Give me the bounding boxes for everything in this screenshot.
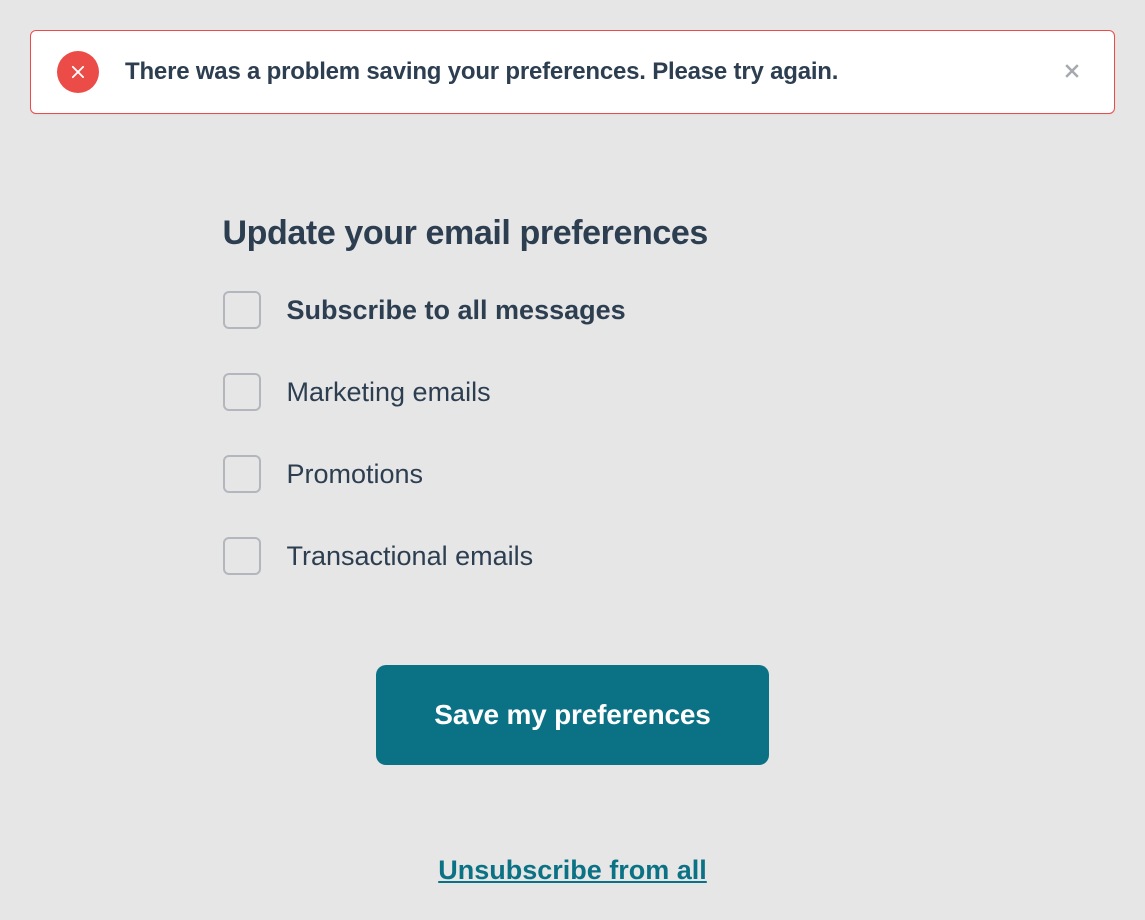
option-label: Marketing emails xyxy=(287,377,491,408)
error-icon xyxy=(57,51,99,93)
actions: Save my preferences Unsubscribe from all xyxy=(223,665,923,886)
option-promotions[interactable]: Promotions xyxy=(223,455,923,493)
option-label: Promotions xyxy=(287,459,424,490)
error-alert: There was a problem saving your preferen… xyxy=(30,30,1115,114)
checkbox-transactional[interactable] xyxy=(223,537,261,575)
checkbox-marketing[interactable] xyxy=(223,373,261,411)
preferences-panel: Update your email preferences Subscribe … xyxy=(223,214,923,886)
checkbox-subscribe-all[interactable] xyxy=(223,291,261,329)
checkbox-promotions[interactable] xyxy=(223,455,261,493)
option-transactional[interactable]: Transactional emails xyxy=(223,537,923,575)
close-icon xyxy=(1062,61,1082,84)
page-title: Update your email preferences xyxy=(223,214,923,253)
unsubscribe-all-link[interactable]: Unsubscribe from all xyxy=(438,855,707,886)
option-label: Subscribe to all messages xyxy=(287,295,626,326)
alert-close-button[interactable] xyxy=(1056,55,1088,90)
option-subscribe-all[interactable]: Subscribe to all messages xyxy=(223,291,923,329)
alert-message: There was a problem saving your preferen… xyxy=(125,58,1036,86)
option-marketing[interactable]: Marketing emails xyxy=(223,373,923,411)
option-label: Transactional emails xyxy=(287,541,534,572)
save-preferences-button[interactable]: Save my preferences xyxy=(376,665,768,765)
preference-options: Subscribe to all messages Marketing emai… xyxy=(223,291,923,575)
